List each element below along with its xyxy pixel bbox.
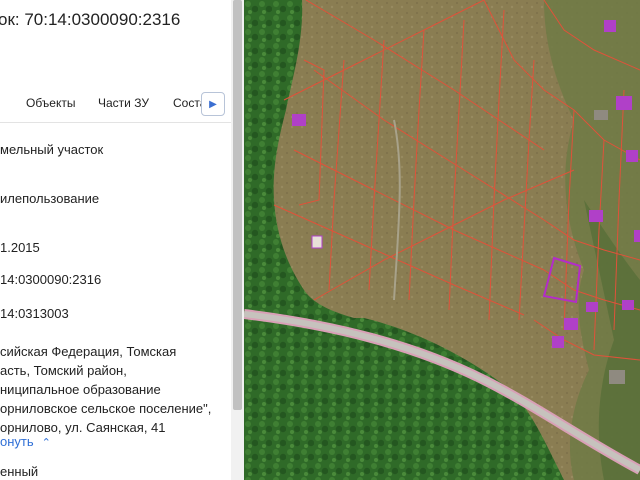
- tab-parts[interactable]: Части ЗУ: [98, 96, 149, 110]
- address-line: асть, Томский район,: [0, 363, 127, 378]
- collapse-label: онуть: [0, 434, 34, 449]
- field-address: сийская Федерация, Томская асть, Томский…: [0, 342, 211, 437]
- field-category: илепользование: [0, 191, 100, 206]
- field-type: мельный участок: [0, 142, 104, 157]
- tabs-next-button[interactable]: ▶: [201, 92, 225, 116]
- parcel-title: ок: 70:14:0300090:2316: [0, 10, 181, 29]
- field-date: 1.2015: [0, 240, 40, 255]
- map-view[interactable]: [244, 0, 640, 480]
- panel-scrollbar-thumb[interactable]: [233, 0, 242, 410]
- satellite-map[interactable]: [244, 0, 640, 480]
- tabs-divider: [0, 122, 231, 123]
- field-quarter[interactable]: 14:0313003: [0, 306, 69, 321]
- chevron-up-icon: ⌃: [41, 437, 51, 449]
- field-cad-number[interactable]: 14:0300090:2316: [0, 272, 101, 287]
- address-line: сийская Федерация, Томская: [0, 344, 177, 359]
- field-status: енный: [0, 464, 39, 479]
- tab-objects[interactable]: Объекты: [26, 96, 76, 110]
- tab-bar: Объекты Части ЗУ Соста: [0, 92, 231, 116]
- address-line: орниловское сельское поселение",: [0, 401, 212, 416]
- collapse-address-link[interactable]: онуть ⌃: [0, 434, 51, 449]
- chevron-right-icon: ▶: [209, 99, 217, 110]
- info-panel: ок: 70:14:0300090:2316 Объекты Части ЗУ …: [0, 0, 244, 480]
- address-line: ниципальное образование: [0, 382, 161, 397]
